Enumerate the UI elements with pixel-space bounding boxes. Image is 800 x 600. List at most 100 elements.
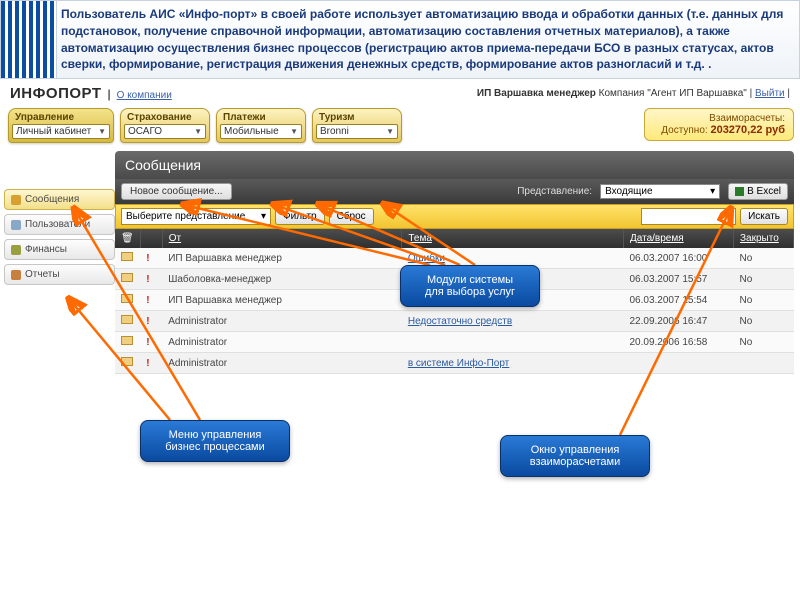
user-name: ИП Варшавка менеджер (477, 88, 596, 99)
module-tourism-value: Bronni (320, 126, 349, 137)
callout-modules: Модули системы для выбора услуг (400, 265, 540, 307)
module-insurance-title: Страхование (121, 109, 209, 124)
chevron-down-icon: ▼ (194, 127, 202, 136)
cell-flag: ! (140, 269, 162, 290)
export-excel-button[interactable]: В Excel (728, 183, 788, 200)
filter-representation-select[interactable]: Выберите представление ▾ (121, 208, 271, 225)
module-insurance[interactable]: Страхование ОСАГО ▼ (120, 108, 210, 143)
chevron-down-icon: ▼ (98, 127, 106, 136)
description-banner: Пользователь АИС «Инфо-порт» в своей раб… (0, 0, 800, 79)
module-insurance-value: ОСАГО (128, 126, 162, 137)
search-button[interactable]: Искать (740, 208, 788, 225)
balance-box[interactable]: Взаиморасчеты: Доступно: 203270,22 руб (644, 108, 794, 141)
cell-subject[interactable] (402, 332, 624, 353)
side-menu: Сообщения Пользователи Финансы Отчеты (4, 189, 115, 285)
module-tourism[interactable]: Туризм Bronni ▼ (312, 108, 402, 143)
modules-row: Управление Личный кабинет ▼ Страхование … (0, 108, 800, 143)
cell-from: ИП Варшавка менеджер (162, 290, 402, 311)
module-tourism-select[interactable]: Bronni ▼ (316, 124, 398, 139)
search-input[interactable] (641, 208, 736, 225)
content: Сообщения Новое сообщение... Представлен… (115, 145, 800, 374)
flag-icon: ! (146, 295, 149, 306)
chevron-down-icon: ▼ (386, 127, 394, 136)
table-row[interactable]: ! Administratorв системе Инфо-Порт (115, 353, 794, 374)
cell-date: 20.09.2006 16:58 (624, 332, 734, 353)
cell-icon (115, 353, 140, 374)
cell-closed: No (734, 332, 794, 353)
col-subject[interactable]: Тема (402, 229, 624, 248)
sidebar-item-users[interactable]: Пользователи (4, 214, 115, 235)
cell-closed: No (734, 269, 794, 290)
cell-subject[interactable]: Недостаточно средств (402, 311, 624, 332)
module-payments-select[interactable]: Мобильные ▼ (220, 124, 302, 139)
envelope-icon (121, 252, 133, 261)
cell-date: 06.03.2007 15:57 (624, 269, 734, 290)
reset-button[interactable]: Сброс (329, 208, 374, 225)
cell-icon (115, 248, 140, 269)
flag-icon: ! (146, 358, 149, 369)
sidebar-item-reports[interactable]: Отчеты (4, 264, 115, 285)
new-message-button[interactable]: Новое сообщение... (121, 183, 232, 200)
cell-icon (115, 311, 140, 332)
view-value: Входящие (605, 186, 652, 197)
col-flag[interactable] (140, 229, 162, 248)
module-management-title: Управление (9, 109, 113, 124)
logo: ИНФОПОРТ (10, 85, 102, 102)
balance-label: Доступно: (661, 125, 707, 136)
table-row[interactable]: !AdministratorНедостаточно средств22.09.… (115, 311, 794, 332)
logo-area: ИНФОПОРТ | О компании (10, 85, 172, 102)
cell-flag: ! (140, 248, 162, 269)
flag-icon: ! (146, 274, 149, 285)
envelope-icon (121, 357, 133, 366)
chevron-down-icon: ▼ (290, 127, 298, 136)
chevron-down-icon: ▾ (710, 186, 715, 197)
col-from[interactable]: От (162, 229, 402, 248)
cell-closed: No (734, 311, 794, 332)
cell-flag: ! (140, 311, 162, 332)
cell-flag: ! (140, 332, 162, 353)
envelope-icon (121, 294, 133, 303)
filter-button[interactable]: Фильтр (275, 208, 325, 225)
cell-icon (115, 332, 140, 353)
company-label: Компания (599, 88, 645, 99)
sidebar-item-messages[interactable]: Сообщения (4, 189, 115, 210)
module-insurance-select[interactable]: ОСАГО ▼ (124, 124, 206, 139)
user-info: ИП Варшавка менеджер Компания "Агент ИП … (477, 88, 790, 99)
view-label: Представление: (517, 186, 592, 197)
view-select[interactable]: Входящие ▾ (600, 184, 720, 199)
logout-link[interactable]: Выйти (755, 88, 785, 99)
finance-icon (11, 245, 21, 255)
table-row[interactable]: ! Administrator 20.09.2006 16:58No (115, 332, 794, 353)
cell-date: 22.09.2006 16:47 (624, 311, 734, 332)
cell-from: ИП Варшавка менеджер (162, 248, 402, 269)
cell-from: Administrator (162, 353, 402, 374)
sidebar: Сообщения Пользователи Финансы Отчеты (0, 145, 115, 374)
col-closed[interactable]: Закрыто (734, 229, 794, 248)
cell-from: Шаболовка-менеджер (162, 269, 402, 290)
sidebar-item-label: Сообщения (25, 194, 79, 205)
filter-bar: Выберите представление ▾ Фильтр Сброс Ис… (115, 204, 794, 229)
chevron-down-icon: ▾ (261, 211, 266, 222)
module-management-value: Личный кабинет (16, 126, 91, 137)
banner-text: Пользователь АИС «Инфо-порт» в своей раб… (61, 7, 783, 71)
section-title: Сообщения (115, 151, 794, 179)
banner-stripes (1, 1, 57, 78)
module-management-select[interactable]: Личный кабинет ▼ (12, 124, 110, 139)
sidebar-item-finance[interactable]: Финансы (4, 239, 115, 260)
header: ИНФОПОРТ | О компании ИП Варшавка менедж… (0, 79, 800, 108)
module-payments[interactable]: Платежи Мобильные ▼ (216, 108, 306, 143)
filter-select-value: Выберите представление (126, 211, 245, 222)
flag-icon: ! (146, 337, 149, 348)
about-link[interactable]: О компании (117, 90, 172, 101)
balance-amount: 203270,22 руб (710, 124, 785, 136)
col-date[interactable]: Дата/время (624, 229, 734, 248)
cell-from: Administrator (162, 332, 402, 353)
cell-date (624, 353, 734, 374)
users-icon (11, 220, 21, 230)
flag-icon: ! (146, 316, 149, 327)
company-name: "Агент ИП Варшавка" (647, 88, 747, 99)
module-management[interactable]: Управление Личный кабинет ▼ (8, 108, 114, 143)
col-icon[interactable]: 🗑 (115, 229, 140, 248)
cell-subject[interactable]: в системе Инфо-Порт (402, 353, 624, 374)
cell-flag: ! (140, 353, 162, 374)
